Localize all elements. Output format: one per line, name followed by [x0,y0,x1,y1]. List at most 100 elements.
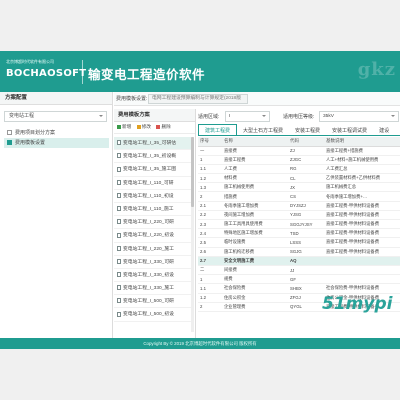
checkbox-icon[interactable] [7,140,12,146]
table-cell: 直接费 [222,146,288,156]
table-cell: 1 [198,274,222,285]
column-header[interactable]: 序号 [198,137,222,147]
table-row[interactable]: 2.6 施工机构迁移费 SGJG 直接工程费-甲供材料设备费 [198,247,400,257]
table-cell: 2.2 [198,210,222,221]
checkbox-icon[interactable] [7,130,12,136]
table-cell: 1 [198,155,222,165]
document-icon [117,232,121,238]
template-list-item[interactable]: 变电站工程_I_110_可研 [114,177,192,190]
table-cell: CL [288,173,324,184]
table-cell: RG [288,164,324,175]
template-list-item[interactable]: 变电站工程_I_35_施工图 [114,163,192,177]
table-cell: JJ [288,265,324,276]
table-cell: 乙供装置材料费+乙供材料费 [324,173,400,184]
top-background-strip [0,0,400,51]
table-cell: 1.1 [198,164,222,175]
table-cell: 2.4 [198,228,222,239]
scrollbar-thumb[interactable] [191,137,194,207]
chevron-down-icon [391,115,395,117]
table-row[interactable]: 1.1 人工费 RG 人工费汇总 [198,164,400,175]
region-label: 适用区域: [198,114,220,120]
document-icon [117,206,121,212]
project-type-select[interactable]: 变电站工程 [4,111,107,122]
fee-template-field[interactable]: 电网工程建设预算编制与计算规定(2018版 [148,94,248,104]
table-row[interactable]: 一直接费 ZJ 直接工程费+措施费 [198,146,400,156]
column-header[interactable]: 代码 [288,137,324,147]
table-row[interactable]: 2 措施费 CS 冬雨季施工增加费+… [198,191,400,202]
delete-icon [156,124,161,129]
template-item-label: 变电站工程_I_500_初设 [123,312,174,318]
chevron-down-icon [99,115,103,117]
template-list-item[interactable]: 变电站工程_I_330_施工 [114,282,192,296]
scheme-config-panel: 方案配置 变电站工程 费用项目划分方案 费用模板设置 [0,92,113,338]
tab-5[interactable]: 建设 [373,125,395,135]
table-cell: 1.2 [198,173,222,184]
template-item-label: 变电站工程_I_220_初设 [123,233,174,239]
table-cell: 2.5 [198,237,222,248]
table-cell: 人工+材料+施工机械使用费 [324,155,400,165]
table-cell: JX [288,182,324,193]
template-list-item[interactable]: 变电站工程_I_500_可研 [114,295,192,309]
table-header-row: 序号 名称 代码 基数说明 [198,137,400,147]
template-list-item[interactable]: 变电站工程_I_220_初设 [114,229,192,243]
template-list-item[interactable]: 变电站工程_I_330_可研 [114,256,192,269]
table-cell [324,274,400,285]
template-list-item[interactable]: 变电站工程_I_110_初设 [114,190,192,203]
table-row[interactable]: 二间接费 JJ [198,265,400,276]
table-row[interactable]: 1 规费 GF [198,274,400,285]
template-item-label: 变电站工程_I_220_施工 [123,246,174,252]
tab-2[interactable]: 大型土石方工程费 [237,125,289,135]
tree-item[interactable]: 费用项目划分方案 [4,128,109,138]
edit-icon [136,124,141,129]
tree-item-label: 费用模板设置 [15,140,46,146]
table-row[interactable]: 1.1 社会保险费 SHBX 社会保险费-甲供材料设备费 [198,283,400,294]
template-list-scrollbar[interactable] [191,137,194,332]
delete-button[interactable]: 删除 [156,124,171,130]
table-row[interactable]: 2.5 临时设施费 LSSS 直接工程费-甲供材料设备费 [198,237,400,248]
header-watermark: gkz [357,59,396,80]
template-item-label: 变电站工程_I_110_初设 [123,193,174,199]
edit-button[interactable]: 修改 [136,124,151,130]
new-button[interactable]: 新增 [117,124,131,130]
tree-item[interactable]: 费用模板设置 [4,138,109,148]
delete-button-label: 删除 [161,124,171,129]
template-list-item[interactable]: 变电站工程_I_500_初设 [114,308,192,322]
template-item-label: 变电站工程_I_330_施工 [123,286,174,292]
tab-3[interactable]: 安装工程费 [289,125,326,135]
template-list-item[interactable]: 变电站工程_I_110_施工 [114,203,192,217]
table-row[interactable]: 1.3 施工机械使用费 JX 施工机械费汇总 [198,182,400,193]
edit-button-label: 修改 [141,124,151,129]
table-cell: 2.1 [198,201,222,211]
table-row[interactable]: 2.3 施工工具用具使用费 SGGJYJSY 直接工程费-甲供材料设备费 [198,219,400,230]
table-cell: 材料费 [222,173,288,184]
table-cell: ZJGC [288,155,324,165]
table-cell: 一 [198,146,222,156]
template-list-item[interactable]: 变电站工程_I_220_施工 [114,243,192,256]
column-header[interactable]: 名称 [222,137,288,147]
table-cell: 社会保险费-甲供材料设备费 [324,283,400,294]
template-list-item[interactable]: 变电站工程_I_220_可研 [114,216,192,230]
table-row[interactable]: 1 直接工程费 ZJGC 人工+材料+施工机械使用费 [198,155,400,165]
table-cell: 直接工程费-甲供材料设备费 [324,201,400,211]
table-cell: 1.1 [198,283,222,294]
region-select[interactable]: I [225,111,270,122]
table-row[interactable]: 1.2 材料费 CL 乙供装置材料费+乙供材料费 [198,173,400,184]
column-header[interactable]: 基数说明 [324,137,400,147]
template-list-item[interactable]: 变电站工程_I_330_初设 [114,269,192,283]
document-icon [117,219,121,225]
table-row[interactable]: 2.2 夜间施工增加费 YJSG 直接工程费-甲供材料设备费 [198,210,400,221]
document-icon [117,166,121,172]
voltage-select[interactable]: 35kV [319,111,399,122]
tab-4[interactable]: 安装工程调试费 [326,125,373,135]
template-list-item[interactable]: 变电站工程_I_35_可研估 [114,137,192,151]
template-list-item[interactable]: 变电站工程_I_35_初设概 [114,150,192,164]
tab-1[interactable]: 建筑工程费 [198,124,238,135]
chevron-down-icon [262,115,266,117]
table-cell: 措施费 [222,191,288,202]
table-row[interactable]: 2.7 安全文明施工费 AQ [198,256,400,266]
table-row[interactable]: 2.1 冬雨季施工增加费 DYJSZJ 直接工程费-甲供材料设备费 [198,201,400,211]
table-cell: 直接工程费-甲供材料设备费 [324,228,400,239]
table-cell: 企业管理费 [222,302,288,312]
table-row[interactable]: 2.4 特殊地区施工增加费 TSD 直接工程费-甲供材料设备费 [198,228,400,239]
template-list: 变电站工程_I_35_可研估 变电站工程_I_35_初设概 变电站工程_I_35_施… [114,137,192,322]
